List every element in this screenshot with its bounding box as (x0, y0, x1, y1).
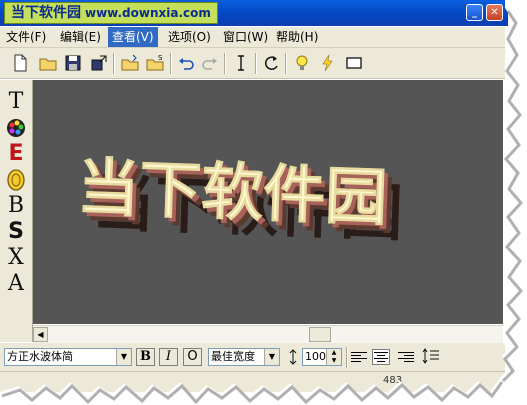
app-window: 当下软件园 www.downxia.com _ ✕ 文件(F) 编辑(E) 查看(… (0, 0, 527, 405)
torn-paper-edge (0, 0, 527, 405)
